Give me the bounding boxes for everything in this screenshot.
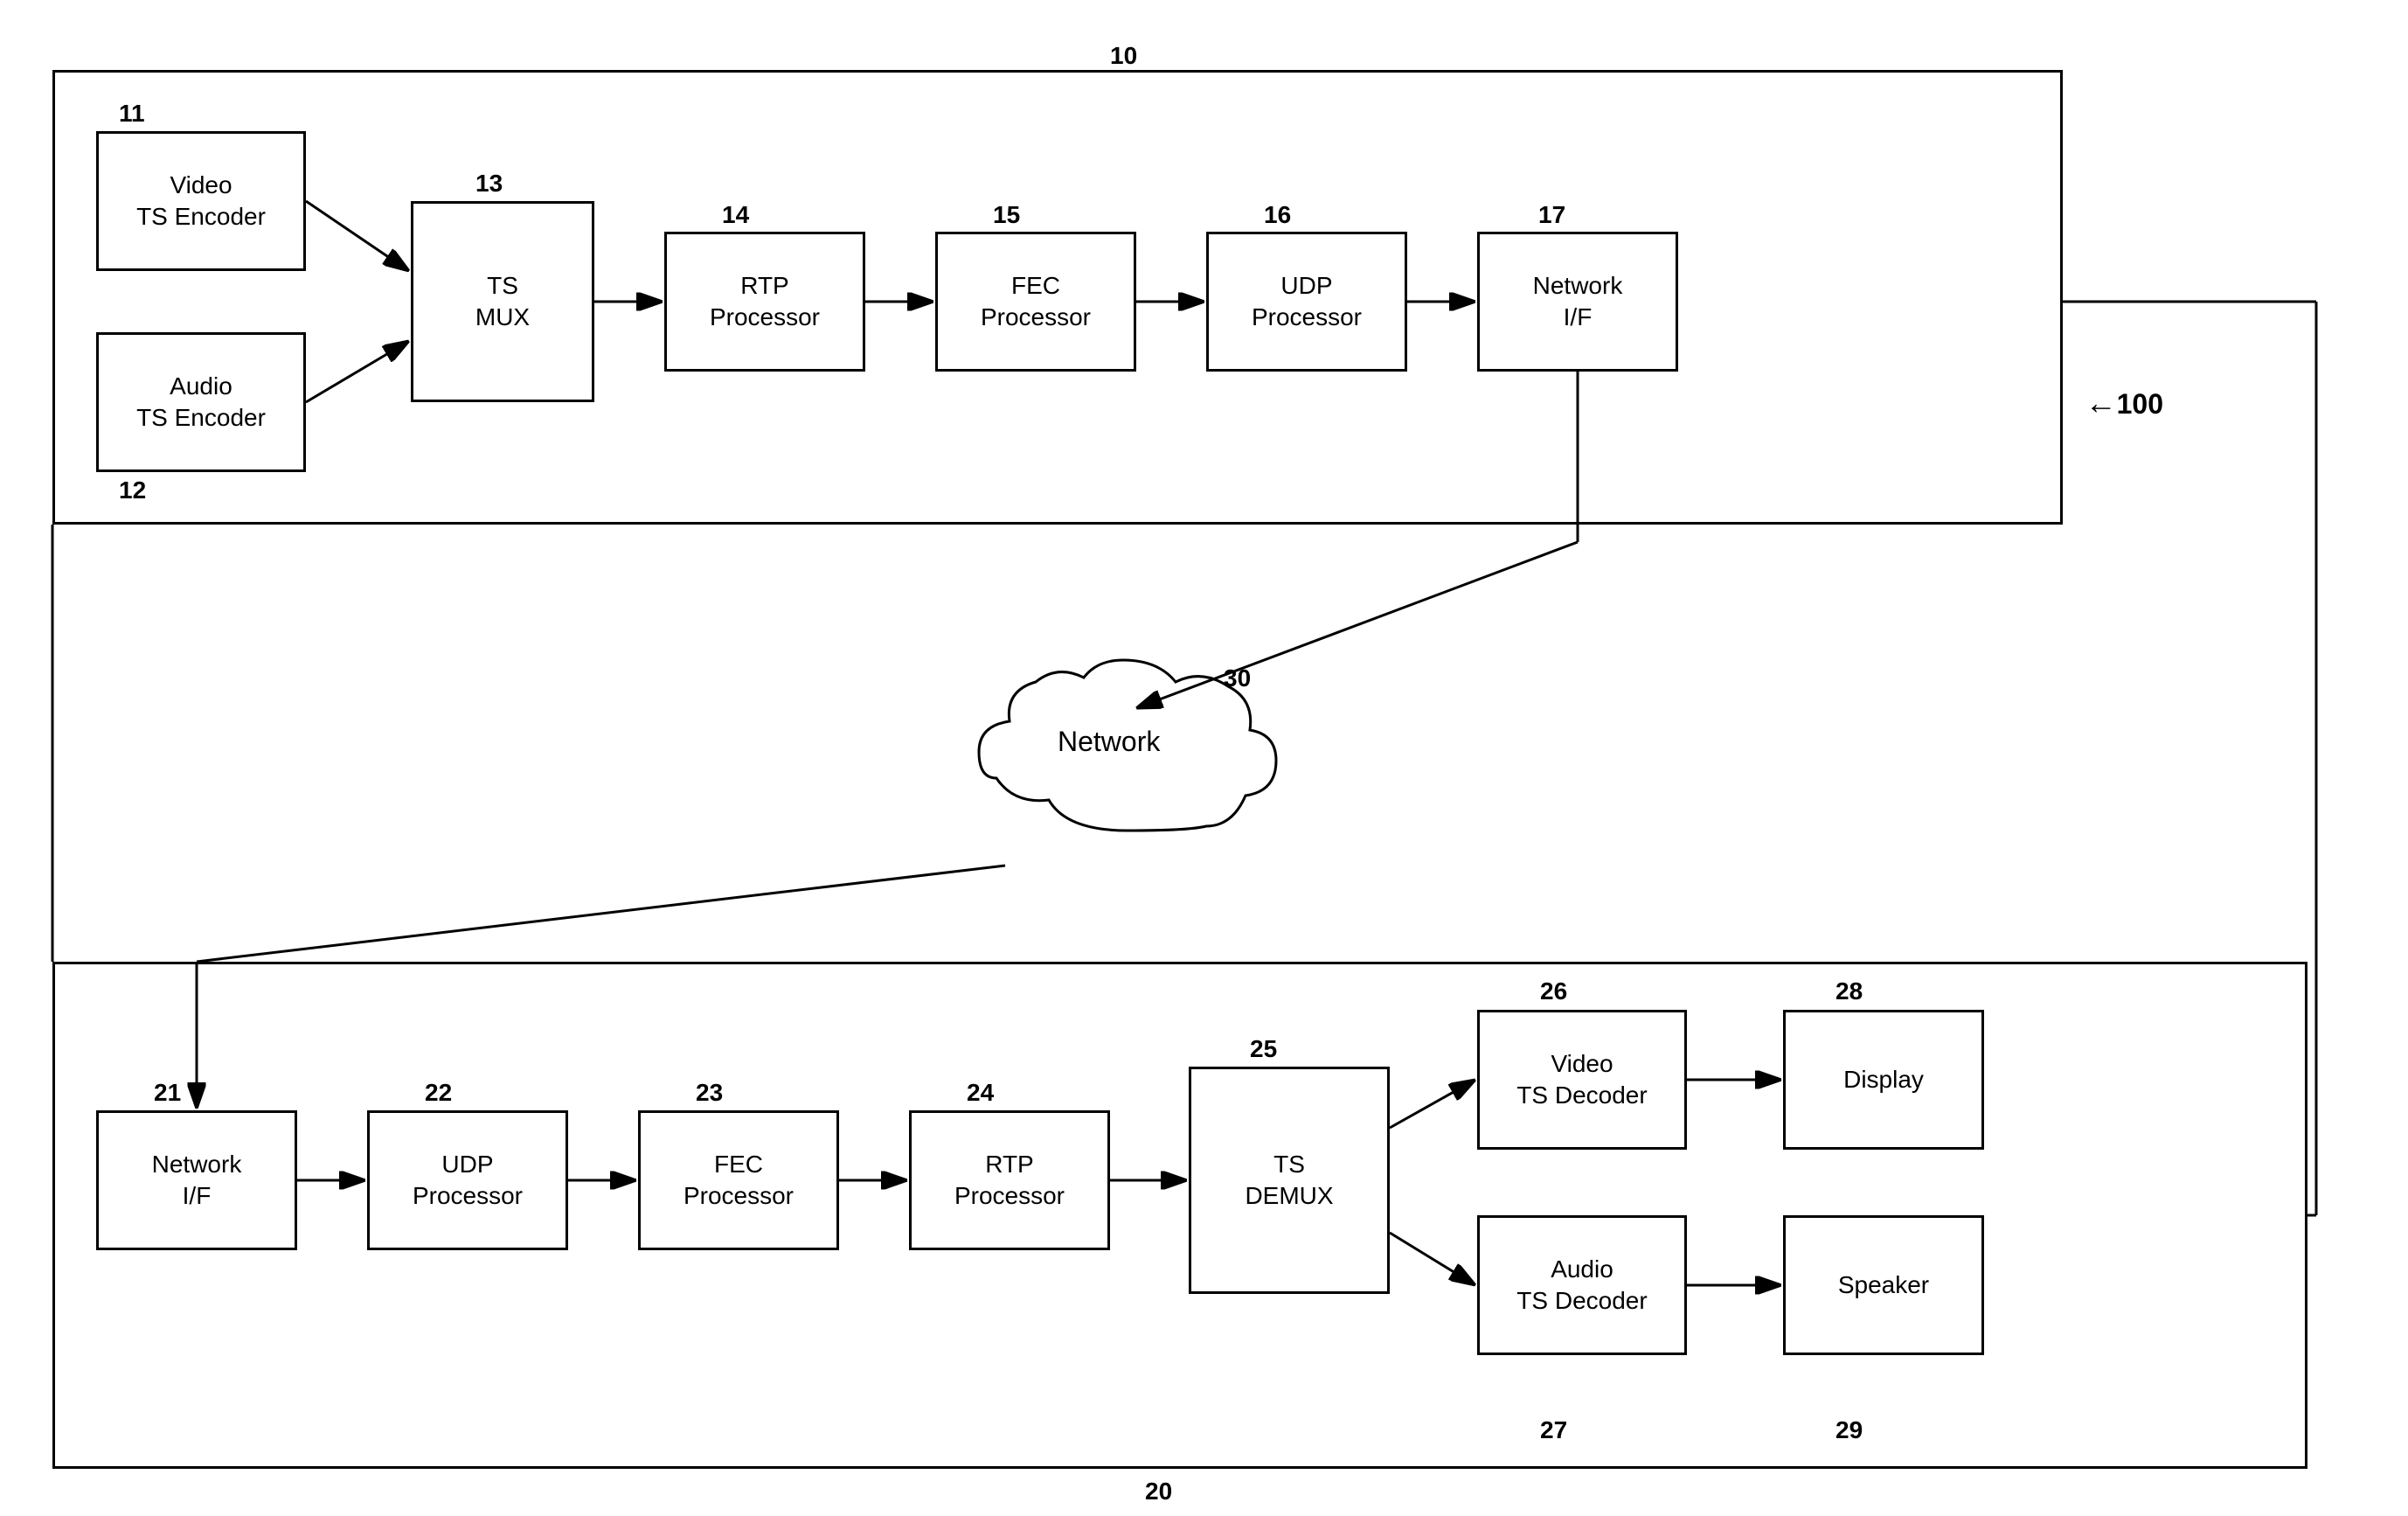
ref-16: 16: [1264, 201, 1291, 229]
ref-20: 20: [1145, 1478, 1172, 1506]
system-100-label: ←100: [2085, 385, 2163, 421]
diagram: ←100 10 VideoTS Encoder 11 AudioTS Encod…: [0, 0, 2408, 1516]
block-audio-ts-decoder: AudioTS Decoder: [1477, 1215, 1687, 1355]
ref-13: 13: [475, 170, 503, 198]
block-display: Display: [1783, 1010, 1984, 1150]
block-rtp-processor-tx: RTPProcessor: [664, 232, 865, 372]
ref-28: 28: [1835, 977, 1863, 1005]
ref-22: 22: [425, 1079, 452, 1107]
block-fec-processor-tx: FECProcessor: [935, 232, 1136, 372]
ref-23: 23: [696, 1079, 723, 1107]
block-fec-processor-rx: FECProcessor: [638, 1110, 839, 1250]
block-udp-processor-rx: UDPProcessor: [367, 1110, 568, 1250]
network-label: Network: [1058, 726, 1160, 758]
block-speaker: Speaker: [1783, 1215, 1984, 1355]
ref-11: 11: [119, 100, 145, 128]
block-audio-ts-encoder: AudioTS Encoder: [96, 332, 306, 472]
block-rtp-processor-rx: RTPProcessor: [909, 1110, 1110, 1250]
network-cloud: Network 30: [961, 656, 1294, 870]
ref-25: 25: [1250, 1035, 1277, 1063]
block-video-ts-decoder: VideoTS Decoder: [1477, 1010, 1687, 1150]
ref-27: 27: [1540, 1416, 1567, 1444]
ref-21: 21: [154, 1079, 181, 1107]
block-network-if-tx: NetworkI/F: [1477, 232, 1678, 372]
block-udp-processor-tx: UDPProcessor: [1206, 232, 1407, 372]
ref-14: 14: [722, 201, 749, 229]
ref-12: 12: [119, 476, 146, 504]
block-ts-demux: TSDEMUX: [1189, 1067, 1390, 1294]
block-ts-mux: TSMUX: [411, 201, 594, 402]
block-video-ts-encoder: VideoTS Encoder: [96, 131, 306, 271]
block-network-if-rx: NetworkI/F: [96, 1110, 297, 1250]
ref-29: 29: [1835, 1416, 1863, 1444]
ref-10: 10: [1110, 42, 1137, 70]
ref-17: 17: [1538, 201, 1565, 229]
ref-15: 15: [993, 201, 1020, 229]
ref-24: 24: [967, 1079, 994, 1107]
ref-30: 30: [1224, 664, 1251, 692]
ref-26: 26: [1540, 977, 1567, 1005]
